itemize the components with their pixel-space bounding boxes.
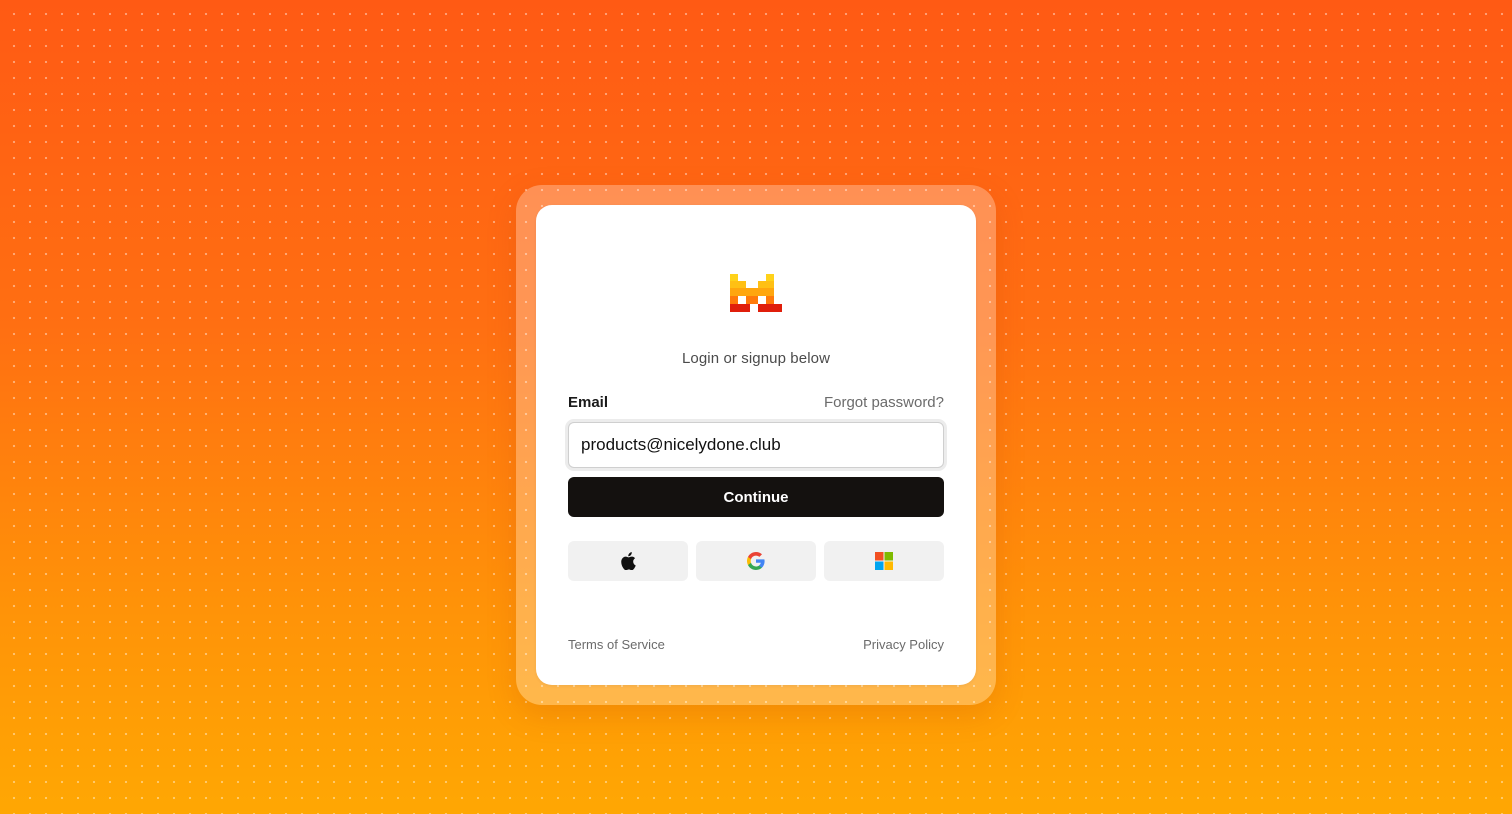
pixel-cat-logo-icon [730, 274, 782, 312]
email-label-row: Email Forgot password? [568, 394, 944, 414]
continue-button[interactable]: Continue [568, 477, 944, 517]
login-card: Login or signup below Email Forgot passw… [536, 205, 976, 685]
terms-of-service-link[interactable]: Terms of Service [568, 637, 665, 652]
microsoft-login-button[interactable] [824, 541, 944, 581]
google-icon [747, 552, 765, 570]
login-subtitle: Login or signup below [681, 350, 831, 367]
forgot-password-link[interactable]: Forgot password? [824, 394, 944, 411]
apple-login-button[interactable] [568, 541, 688, 581]
privacy-policy-link[interactable]: Privacy Policy [863, 637, 944, 652]
email-input[interactable] [568, 422, 944, 468]
social-login-row [568, 541, 944, 581]
apple-icon [621, 552, 636, 570]
microsoft-icon [875, 552, 893, 570]
google-login-button[interactable] [696, 541, 816, 581]
email-label: Email [568, 394, 609, 411]
